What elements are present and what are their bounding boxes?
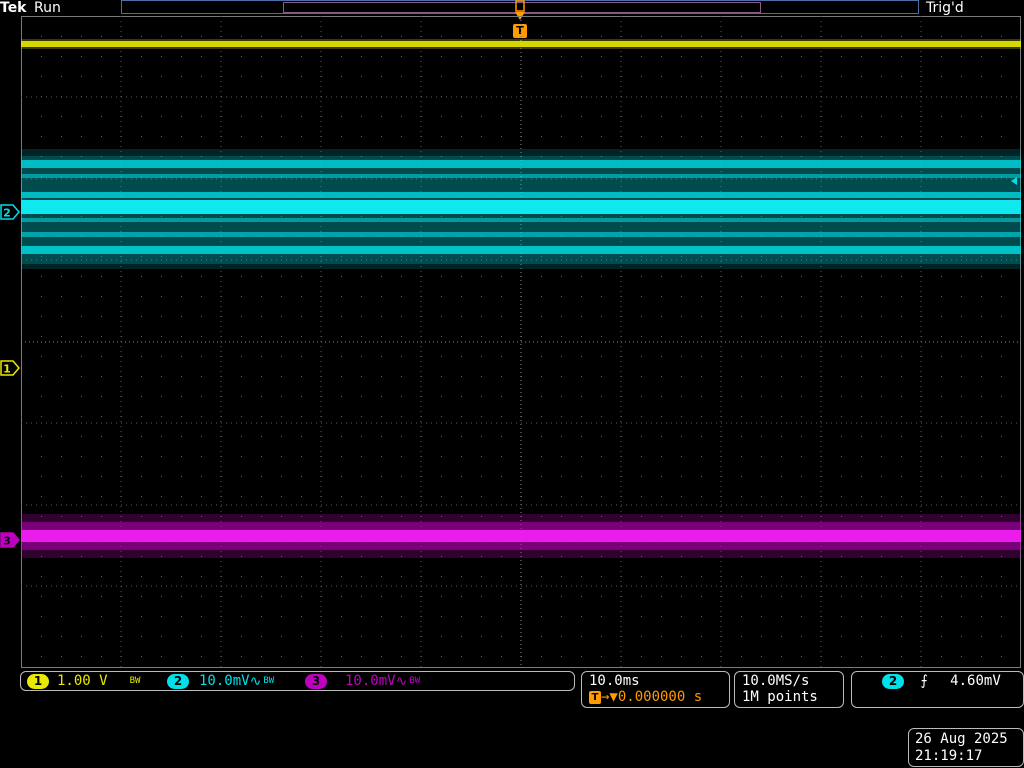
- ch2-waveform: [21, 149, 1021, 269]
- record-length: 1M points: [742, 689, 818, 705]
- waveform-display[interactable]: [21, 16, 1021, 668]
- trigger-delay-readout: T →▼0.000000 s: [589, 689, 702, 706]
- trigger-level: 4.60mV: [950, 673, 1001, 689]
- brand-logo: Tek: [0, 0, 27, 16]
- ch3-scale: 10.0mV: [345, 673, 396, 689]
- trigger-readout-line: 2 ⨍ 4.60mV: [882, 673, 1001, 690]
- acquisition-readout[interactable]: 10.0MS/s 1M points: [734, 671, 844, 708]
- trigger-delay-value: →▼0.000000 s: [601, 689, 703, 705]
- ch2-coupling-icon: ∿: [249, 673, 262, 690]
- ch1-readout[interactable]: 1 1.00 V BW: [27, 673, 140, 690]
- ch3-ground-marker-icon[interactable]: 3: [0, 532, 20, 548]
- horizontal-timebase-readout[interactable]: 10.0ms T →▼0.000000 s: [581, 671, 730, 708]
- datetime-readout: 26 Aug 2025 21:19:17: [908, 728, 1024, 767]
- trigger-source-badge: 2: [882, 673, 904, 689]
- ch1-bandwidth-limit-icon: BW: [129, 676, 141, 686]
- channel-readout-bar: 1 1.00 V BW 2 10.0mV∿ BW 3 10.0mV∿ BW: [20, 671, 575, 691]
- ch3-bandwidth-limit-icon: BW: [409, 676, 421, 686]
- time: 21:19:17: [915, 748, 983, 764]
- ch1-scale: 1.00 V: [57, 673, 108, 689]
- ch3-waveform: [21, 514, 1021, 558]
- acquisition-run-state: Run: [34, 0, 61, 16]
- time-per-division: 10.0ms: [589, 673, 640, 689]
- ch2-badge: 2: [167, 674, 189, 689]
- ch3-badge: 3: [305, 674, 327, 689]
- sample-rate: 10.0MS/s: [742, 673, 810, 689]
- ch2-readout[interactable]: 2 10.0mV∿ BW: [167, 673, 274, 690]
- svg-text:3: 3: [3, 535, 11, 548]
- trigger-readout[interactable]: 2 ⨍ 4.60mV: [851, 671, 1024, 708]
- oscilloscope-screen: Tek Run T Trig'd: [0, 0, 1024, 768]
- ch3-coupling-icon: ∿: [395, 673, 408, 690]
- ch2-bandwidth-limit-icon: BW: [263, 676, 275, 686]
- rising-edge-icon: ⨍: [920, 673, 928, 689]
- ch3-readout[interactable]: 3 10.0mV∿ BW: [305, 673, 420, 690]
- svg-text:2: 2: [3, 207, 11, 220]
- ch1-ground-marker-icon[interactable]: 1: [0, 360, 20, 376]
- date: 26 Aug 2025: [915, 731, 1008, 747]
- svg-text:1: 1: [3, 363, 11, 376]
- trigger-t-icon: T: [589, 690, 601, 704]
- ch2-ground-marker-icon[interactable]: 2: [0, 204, 20, 220]
- trigger-status: Trig'd: [926, 0, 964, 16]
- ch1-waveform: [21, 39, 1021, 49]
- ch1-badge: 1: [27, 674, 49, 689]
- ch2-scale: 10.0mV: [199, 673, 250, 689]
